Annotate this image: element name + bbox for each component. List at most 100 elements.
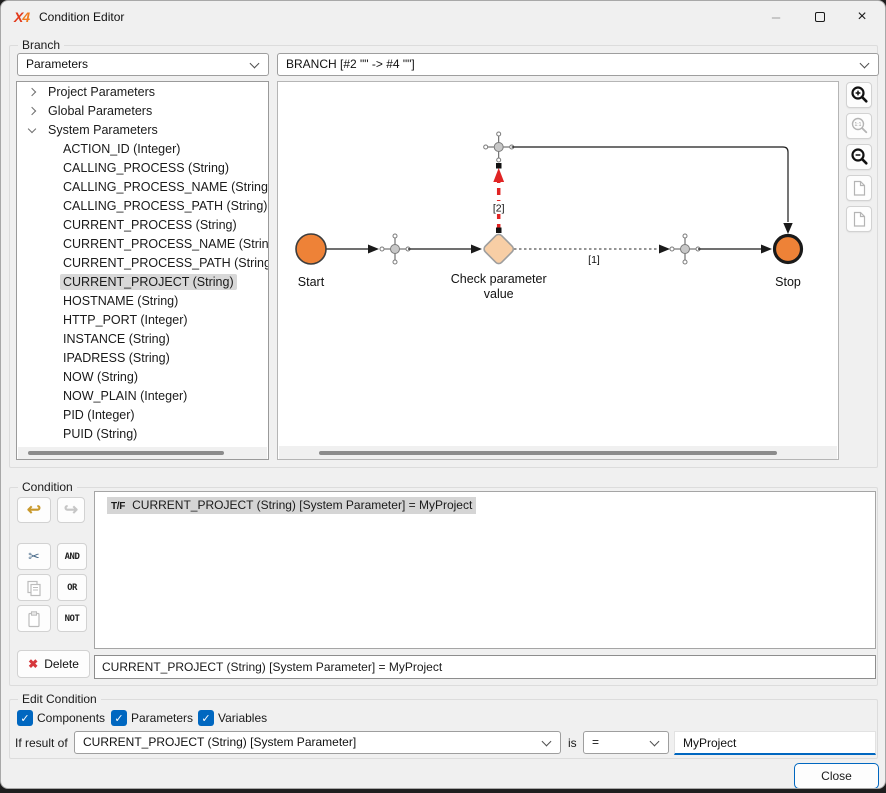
maximize-button[interactable] xyxy=(799,1,841,33)
edit-condition-group-label: Edit Condition xyxy=(18,692,101,706)
tree-item[interactable]: CURRENT_PROJECT (String) xyxy=(17,273,268,291)
tree-item[interactable]: ACTION_ID (Integer) xyxy=(17,140,268,158)
redo-icon: ↪ xyxy=(64,500,78,520)
condition-row-text: CURRENT_PROJECT (String) [System Paramet… xyxy=(132,498,472,512)
tree-item[interactable]: CURRENT_PROCESS_PATH (String) xyxy=(17,254,268,272)
zoom-out-button[interactable] xyxy=(846,144,872,170)
tree-item[interactable]: Project Parameters xyxy=(17,83,268,101)
not-operator-button[interactable]: NOT xyxy=(57,605,87,632)
tree-item[interactable]: PID (Integer) xyxy=(17,406,268,424)
tree-item-label: ACTION_ID (Integer) xyxy=(60,141,183,157)
scissors-icon: ✂ xyxy=(28,548,40,565)
parameters-checkbox-label: Parameters xyxy=(131,711,193,725)
tree-scrollbar-thumb[interactable] xyxy=(28,451,224,455)
zoom-in-button[interactable] xyxy=(846,82,872,108)
expression-value: CURRENT_PROJECT (String) [System Paramet… xyxy=(83,735,356,749)
tree-item[interactable]: NOW (String) xyxy=(17,368,268,386)
fit-width-button[interactable] xyxy=(846,206,872,232)
zoom-out-icon xyxy=(848,146,870,168)
branch-value: BRANCH [#2 "" -> #4 ""] xyxy=(286,57,415,71)
condition-row-selected[interactable]: T/FCURRENT_PROJECT (String) [System Para… xyxy=(107,497,476,514)
edge-handle[interactable] xyxy=(496,163,502,169)
variables-checkbox[interactable]: ✓ xyxy=(198,710,214,726)
tree-item[interactable]: System Parameters xyxy=(17,121,268,139)
variables-checkbox-label: Variables xyxy=(218,711,267,725)
branch-combobox[interactable]: BRANCH [#2 "" -> #4 ""] xyxy=(277,53,879,76)
condition-summary-field: CURRENT_PROJECT (String) [System Paramet… xyxy=(94,655,876,679)
minimize-button[interactable]: – xyxy=(755,1,797,33)
chevron-down-icon[interactable] xyxy=(28,124,36,132)
fit-page-button[interactable] xyxy=(846,175,872,201)
and-operator-button[interactable]: AND xyxy=(57,543,87,570)
tree-item[interactable]: CALLING_PROCESS_NAME (String) xyxy=(17,178,268,196)
connector-junction-icon[interactable] xyxy=(484,132,514,162)
parameter-tree[interactable]: Project Parameters Global ParametersSyste… xyxy=(16,81,269,460)
chevron-down-icon xyxy=(542,737,552,747)
operator-combobox[interactable]: = xyxy=(583,731,669,754)
tree-item[interactable]: HOSTNAME (String) xyxy=(17,292,268,310)
close-button-label: Close xyxy=(821,769,852,783)
paste-button[interactable] xyxy=(17,605,51,632)
tree-item[interactable]: Global Parameters xyxy=(17,102,268,120)
tree-item[interactable]: IPADRESS (String) xyxy=(17,349,268,367)
not-label: NOT xyxy=(65,614,80,624)
tree-item[interactable]: NOW_PLAIN (Integer) xyxy=(17,387,268,405)
process-diagram-panel[interactable]: Start Check parameter value [2] xyxy=(277,81,839,460)
close-button[interactable]: Close xyxy=(794,763,879,789)
chevron-right-icon[interactable] xyxy=(28,88,36,96)
zoom-actual-size-button[interactable]: 1:1 xyxy=(846,113,872,139)
tree-item[interactable]: CALLING_PROCESS (String) xyxy=(17,159,268,177)
start-event-node[interactable] xyxy=(296,234,326,264)
connector-junction-icon[interactable] xyxy=(670,234,700,264)
tree-item[interactable]: INSTANCE (String) xyxy=(17,330,268,348)
parameters-checkbox[interactable]: ✓ xyxy=(111,710,127,726)
tree-item[interactable]: PUID (String) xyxy=(17,425,268,443)
tree-item-label: CALLING_PROCESS_NAME (String) xyxy=(60,179,269,195)
arrowhead xyxy=(471,245,482,254)
stop-node-label: Stop xyxy=(775,275,801,289)
arrowhead xyxy=(761,245,772,254)
components-checkbox[interactable]: ✓ xyxy=(17,710,33,726)
diagram-scrollbar-thumb[interactable] xyxy=(319,451,777,455)
check-icon: ✓ xyxy=(114,712,123,725)
connector-junction-icon[interactable] xyxy=(380,234,410,264)
cut-button[interactable]: ✂ xyxy=(17,543,51,570)
gateway-node[interactable] xyxy=(482,233,515,266)
tree-item[interactable]: CURRENT_PROCESS_NAME (String) xyxy=(17,235,268,253)
delete-label: Delete xyxy=(44,657,79,671)
tree-item-label: NOW_PLAIN (Integer) xyxy=(60,388,190,404)
delete-x-icon: ✖ xyxy=(28,657,38,671)
diagram-horizontal-scrollbar[interactable] xyxy=(279,446,837,459)
gateway-label-line2: value xyxy=(484,287,514,301)
flow-line[interactable] xyxy=(512,147,788,222)
condition-list[interactable]: T/FCURRENT_PROJECT (String) [System Para… xyxy=(94,491,876,649)
process-diagram: Start Check parameter value [2] xyxy=(278,82,838,446)
tree-item-label: IPADRESS (String) xyxy=(60,350,173,366)
tree-item-label: Project Parameters xyxy=(45,84,158,100)
chevron-down-icon xyxy=(860,59,870,69)
compare-value-input[interactable] xyxy=(674,731,876,755)
svg-text:1:1: 1:1 xyxy=(855,122,862,128)
tree-horizontal-scrollbar[interactable] xyxy=(18,447,267,459)
check-icon: ✓ xyxy=(20,712,29,725)
parameter-source-combobox[interactable]: Parameters xyxy=(17,53,269,76)
copy-button[interactable] xyxy=(17,574,51,601)
tree-item-label: PID (Integer) xyxy=(60,407,138,423)
expression-combobox[interactable]: CURRENT_PROJECT (String) [System Paramet… xyxy=(74,731,561,754)
arrowhead xyxy=(659,245,670,254)
tree-item[interactable]: HTTP_PORT (Integer) xyxy=(17,311,268,329)
or-operator-button[interactable]: OR xyxy=(57,574,87,601)
redo-button[interactable]: ↪ xyxy=(57,497,85,523)
stop-event-node[interactable] xyxy=(775,236,802,263)
delete-button[interactable]: ✖ Delete xyxy=(17,650,90,678)
undo-button[interactable]: ↩ xyxy=(17,497,51,523)
parameter-source-value: Parameters xyxy=(26,57,88,71)
minimize-icon: – xyxy=(772,9,780,26)
tree-item[interactable]: CALLING_PROCESS_PATH (String) xyxy=(17,197,268,215)
undo-icon: ↩ xyxy=(27,500,41,520)
close-window-button[interactable]: × xyxy=(841,1,883,33)
edge-handle[interactable] xyxy=(496,228,502,234)
tree-item[interactable]: CURRENT_PROCESS (String) xyxy=(17,216,268,234)
chevron-right-icon[interactable] xyxy=(28,107,36,115)
branch2-edge-selected[interactable]: [2] xyxy=(489,163,508,233)
